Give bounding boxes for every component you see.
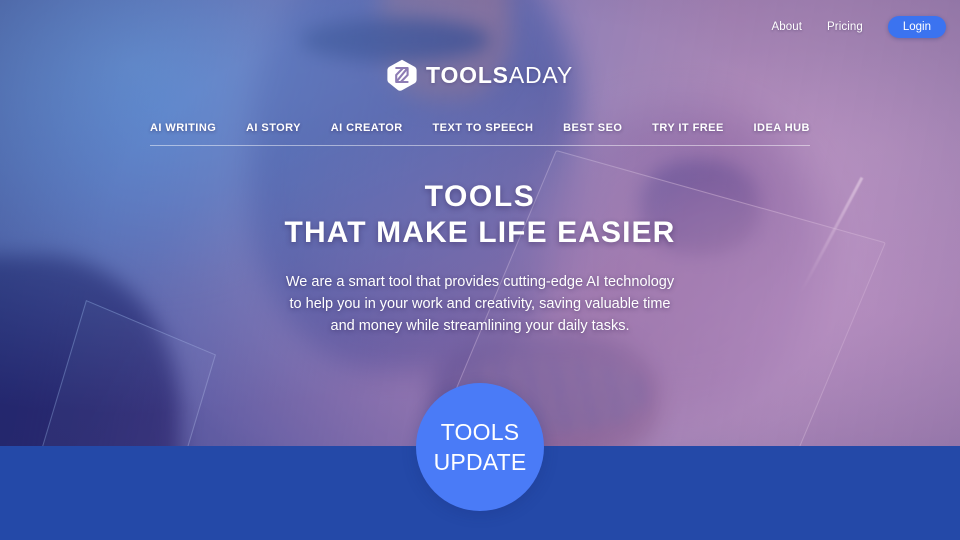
hero-subtitle-line-2: to help you in your work and creativity,… — [289, 296, 671, 312]
toolsaday-hexagon-logo-icon — [387, 59, 417, 91]
nav-link-about[interactable]: About — [771, 21, 802, 33]
hero-copy: TOOLS THAT MAKE LIFE EASIER We are a sma… — [0, 180, 960, 337]
badge-line-2: UPDATE — [433, 449, 527, 475]
hero-subtitle-line-3: and money while streamlining your daily … — [330, 318, 630, 334]
brand-name-bold: TOOLS — [426, 61, 509, 88]
main-nav-item-try-it-free[interactable]: TRY IT FREE — [652, 122, 724, 134]
hero-headline-line-1: TOOLS — [424, 180, 536, 213]
nav-link-pricing[interactable]: Pricing — [827, 21, 863, 33]
hero-subtitle: We are a smart tool that provides cuttin… — [0, 271, 960, 337]
brand-wordmark: TOOLSADAY — [426, 61, 573, 88]
main-nav-item-ai-writing[interactable]: AI WRITING — [150, 122, 216, 134]
brand-logo[interactable]: TOOLSADAY — [0, 59, 960, 91]
hero-headline-line-2: THAT MAKE LIFE EASIER — [284, 216, 676, 249]
main-nav-item-ai-story[interactable]: AI STORY — [246, 122, 301, 134]
utility-nav: About Pricing Login — [771, 16, 946, 38]
main-nav-item-best-seo[interactable]: BEST SEO — [563, 122, 622, 134]
main-nav-item-idea-hub[interactable]: IDEA HUB — [754, 122, 810, 134]
hero-subtitle-line-1: We are a smart tool that provides cuttin… — [285, 274, 675, 290]
brand-name-light: ADAY — [508, 61, 573, 88]
tools-update-badge[interactable]: TOOLS UPDATE — [416, 383, 544, 511]
main-nav: AI WRITING AI STORY AI CREATOR TEXT TO S… — [150, 122, 810, 134]
hero-section: About Pricing Login TOOLSADAY AI WRITING… — [0, 0, 960, 540]
main-nav-item-text-to-speech[interactable]: TEXT TO SPEECH — [433, 122, 534, 134]
badge-line-1: TOOLS — [440, 419, 520, 445]
login-button[interactable]: Login — [887, 16, 946, 38]
landing-page: About Pricing Login TOOLSADAY AI WRITING… — [0, 0, 960, 540]
main-nav-item-ai-creator[interactable]: AI CREATOR — [331, 122, 403, 134]
nav-divider — [150, 145, 810, 146]
